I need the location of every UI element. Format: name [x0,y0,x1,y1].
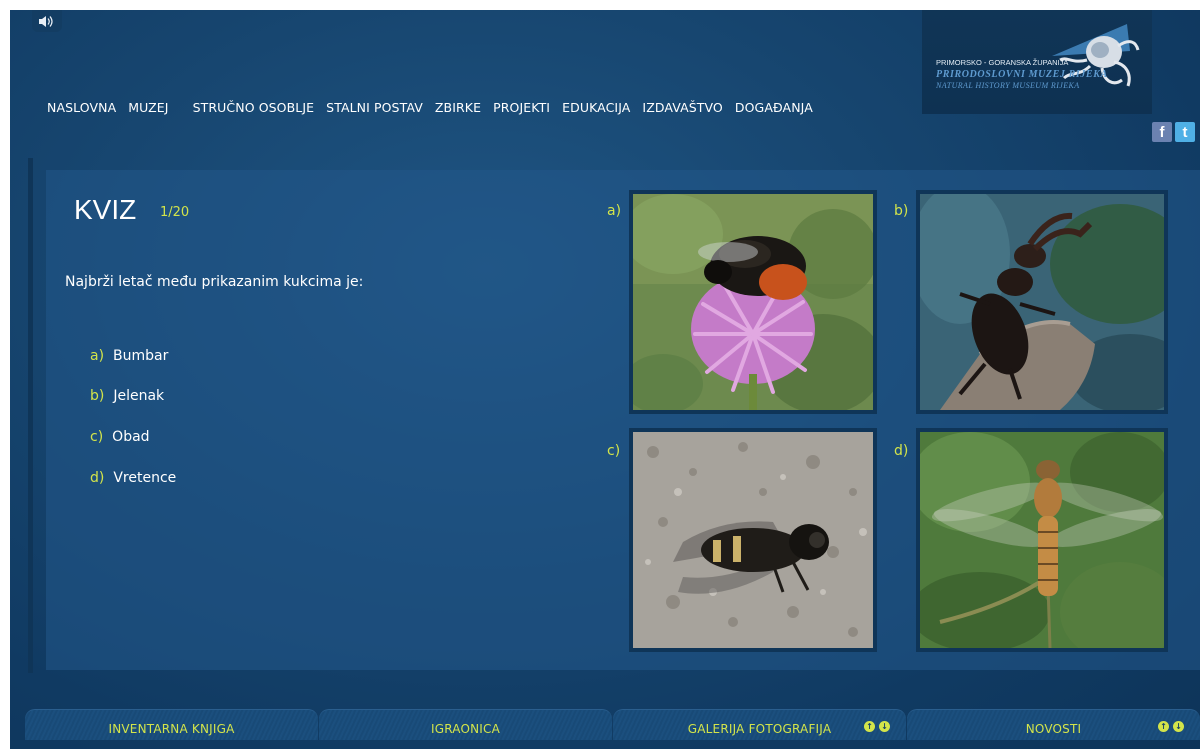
arrow-up-icon[interactable]: ↑ [1158,721,1169,732]
tab-inventarna-knjiga[interactable]: INVENTARNA KNJIGA [25,709,318,740]
answer-letter: c) [90,428,104,445]
nav-item-zbirke[interactable]: ZBIRKE [435,100,481,115]
tab-label: NOVOSTI [1025,722,1082,736]
answer-option-a[interactable]: a) Bumbar [90,345,176,366]
answer-option-d[interactable]: d) Vretence [90,467,176,488]
answer-text: Obad [112,428,150,445]
tab-label: GALERIJA FOTOGRAFIJA [687,722,832,736]
image-option-c[interactable] [629,428,877,652]
tab-label: INVENTARNA KNJIGA [108,722,235,736]
answer-option-c[interactable]: c) Obad [90,426,176,447]
answer-option-b[interactable]: b) Jelenak [90,386,176,407]
left-divider [28,158,33,673]
answer-letter: b) [90,388,105,405]
tab-label: IGRAONICA [430,722,501,736]
page-frame: NASLOVNA MUZEJ STRUČNO OSOBLJE STALNI PO… [10,10,1200,749]
arrow-down-icon[interactable]: ↓ [879,721,890,732]
twitter-icon[interactable]: t [1175,122,1195,142]
question-text: Najbrži letač među prikazanim kukcima je… [65,274,364,290]
question-counter: 1/20 [160,205,190,220]
museum-logo[interactable]: PRIMORSKO - GORANSKA ŽUPANIJA PRIRODOSLO… [922,10,1152,114]
nav-item-edukacija[interactable]: EDUKACIJA [562,100,630,115]
arrow-up-icon[interactable]: ↑ [864,721,875,732]
stag-beetle-photo [920,194,1164,410]
tab-arrows: ↑ ↓ [864,721,890,732]
answer-text: Bumbar [113,347,169,364]
tab-arrows: ↑ ↓ [1158,721,1184,732]
answer-letter: d) [90,469,105,486]
facebook-icon[interactable]: f [1152,122,1172,142]
main-nav: NASLOVNA MUZEJ STRUČNO OSOBLJE STALNI PO… [47,100,825,115]
answer-letter: a) [90,347,105,364]
logo-museum-name: PRIRODOSLOVNI MUZEJ RIJEKA [936,69,1108,80]
answer-list: a) Bumbar b) Jelenak c) Obad d) Vretence [90,345,176,508]
nav-item-naslovna[interactable]: NASLOVNA [47,100,116,115]
nav-item-strucno-osoblje[interactable]: STRUČNO OSOBLJE [193,100,315,115]
arrow-down-icon[interactable]: ↓ [1173,721,1184,732]
speaker-icon[interactable] [32,10,62,32]
dragonfly-photo [920,432,1164,648]
image-label-a: a) [607,203,622,219]
image-option-a[interactable] [629,190,877,414]
answer-text: Vretence [113,469,177,486]
horsefly-photo [633,432,873,648]
nav-item-muzej[interactable]: MUZEJ [128,100,168,115]
quiz-title: KVIZ [74,194,137,225]
logo-county: PRIMORSKO - GORANSKA ŽUPANIJA [936,58,1069,67]
tab-igraonica[interactable]: IGRAONICA [319,709,612,740]
nav-item-dogadanja[interactable]: DOGAĐANJA [735,100,813,115]
footer-tabs: INVENTARNA KNJIGA IGRAONICA GALERIJA FOT… [25,709,1200,749]
nav-item-projekti[interactable]: PROJEKTI [493,100,550,115]
nav-item-izdavastvo[interactable]: IZDAVAŠTVO [642,100,722,115]
image-label-c: c) [607,443,621,459]
image-option-b[interactable] [916,190,1168,414]
answer-text: Jelenak [113,388,165,405]
image-label-d: d) [894,443,909,459]
logo-museum-name-en: NATURAL HISTORY MUSEUM RIJEKA [936,81,1080,90]
tab-novosti[interactable]: NOVOSTI ↑ ↓ [907,709,1200,740]
nav-item-stalni-postav[interactable]: STALNI POSTAV [326,100,423,115]
tab-galerija-fotografija[interactable]: GALERIJA FOTOGRAFIJA ↑ ↓ [613,709,906,740]
image-label-b: b) [894,203,909,219]
bumblebee-photo [633,194,873,410]
image-option-d[interactable] [916,428,1168,652]
